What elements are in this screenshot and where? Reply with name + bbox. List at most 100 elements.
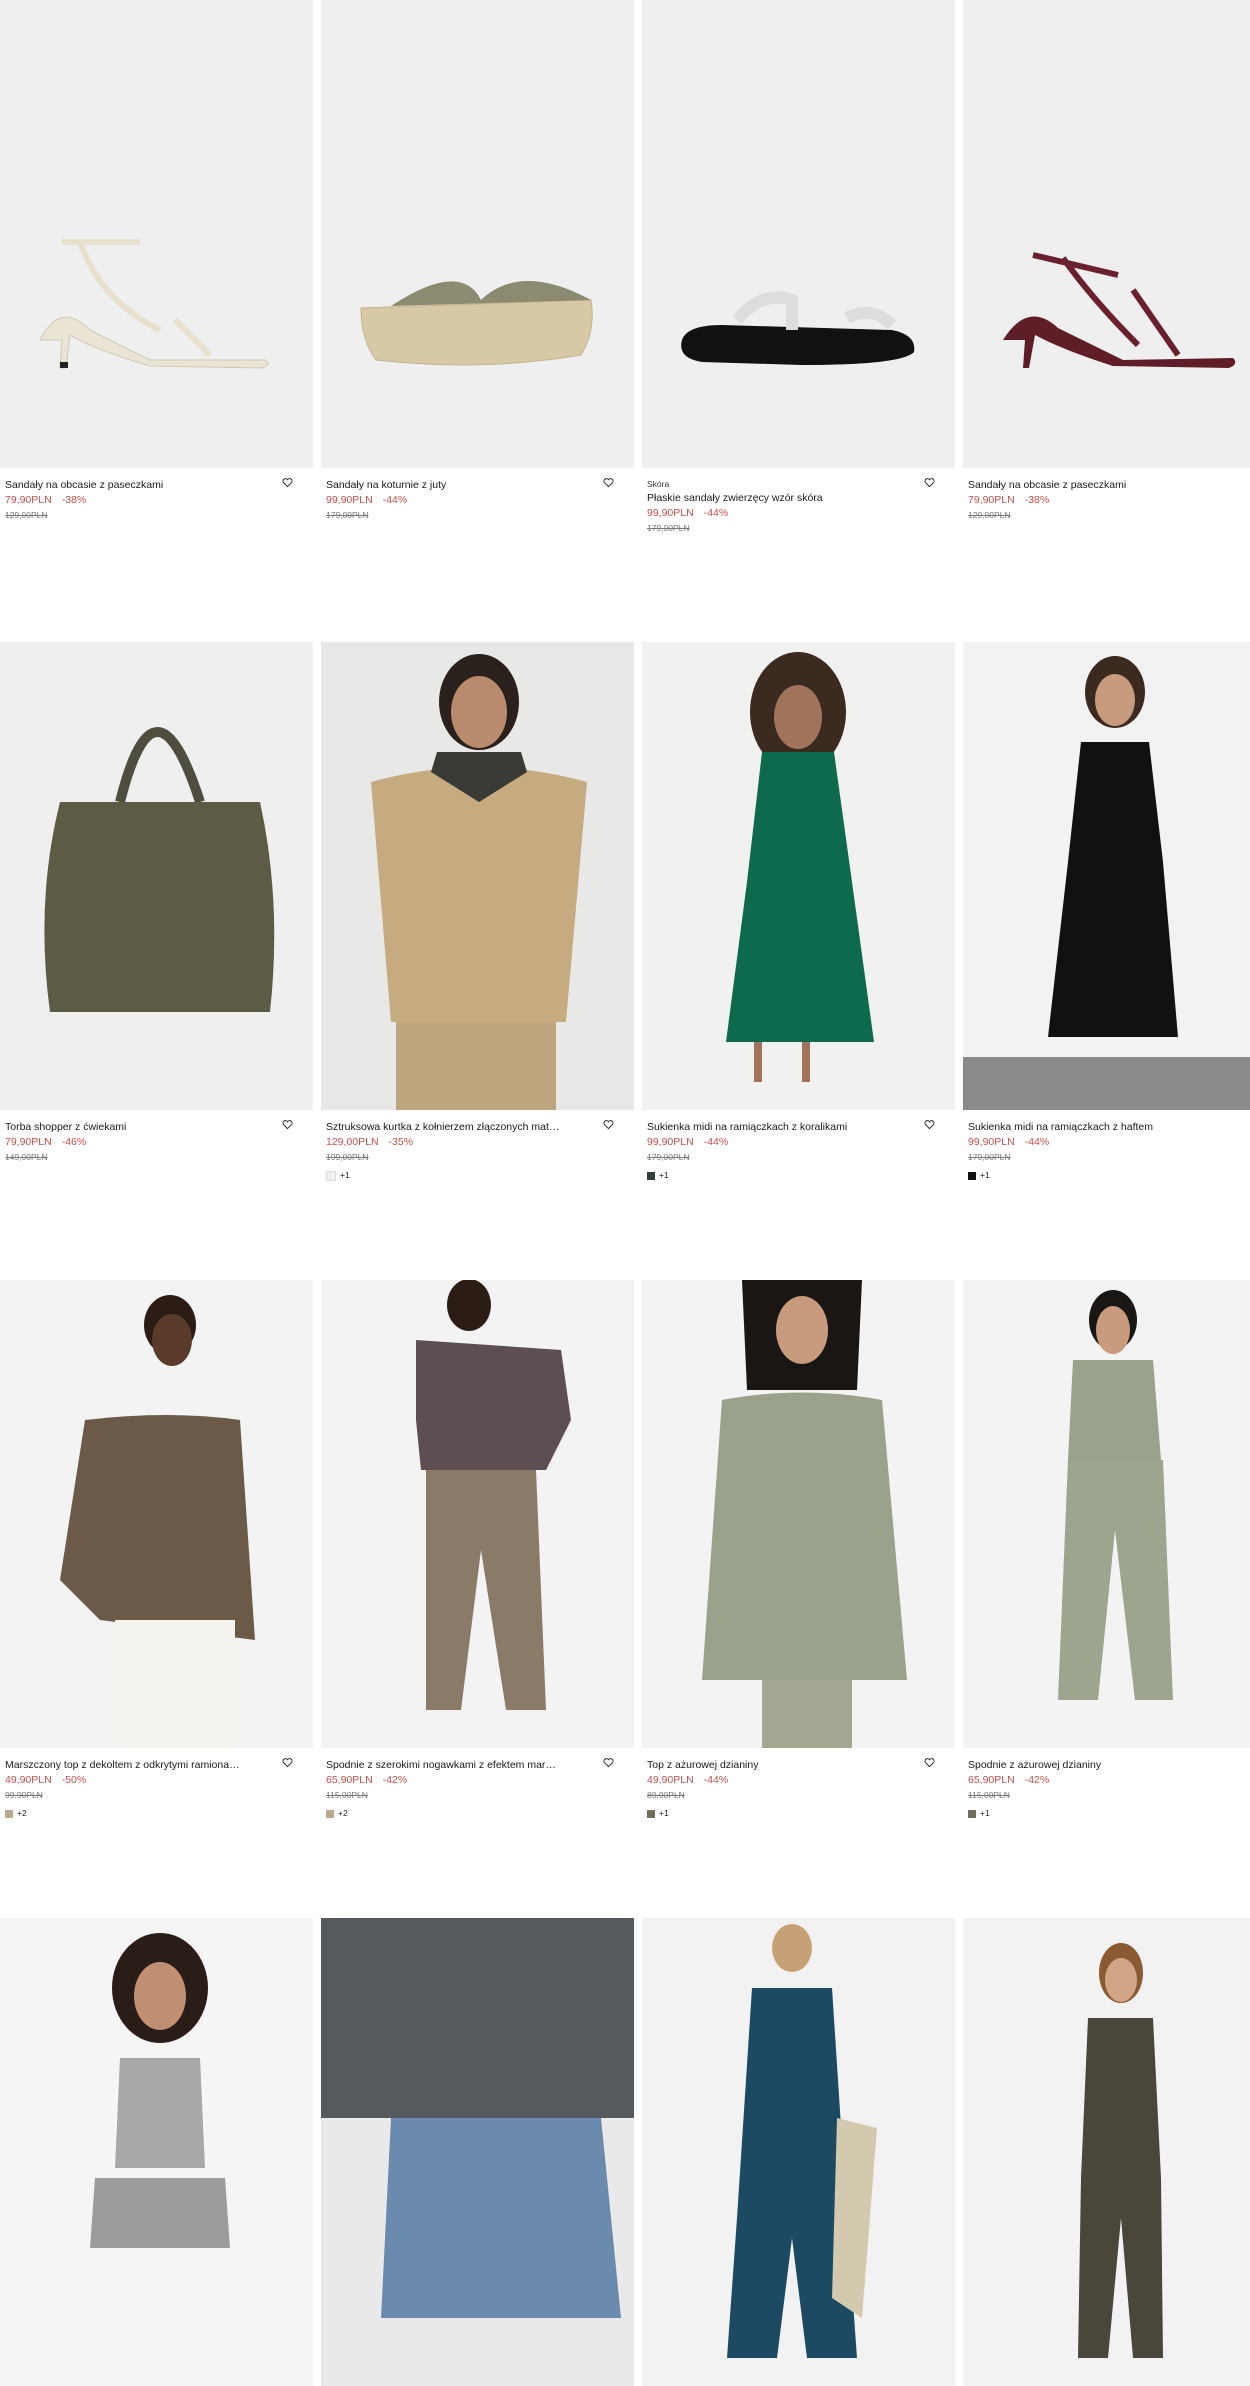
product-info: Torba shopper z ćwiekami 79,90PLN -46% 14… xyxy=(0,1110,313,1164)
product-image[interactable] xyxy=(642,1280,955,1748)
product-image[interactable] xyxy=(0,0,313,468)
denim-skirt-image xyxy=(321,1918,634,2318)
product-name[interactable]: Sukienka midi na ramiączkach z haftem xyxy=(968,1120,1203,1135)
product-image[interactable] xyxy=(642,0,955,468)
product-discount: -38% xyxy=(1024,494,1050,506)
heart-icon[interactable] xyxy=(924,1119,935,1130)
product-card[interactable] xyxy=(321,1918,634,2386)
product-name[interactable]: Sandały na koturnie z juty xyxy=(326,478,561,493)
product-info: Top z ażurowej dzianiny 49,90PLN -44% 89,… xyxy=(642,1748,955,1821)
product-image[interactable] xyxy=(0,1280,313,1748)
product-card[interactable]: Top z ażurowej dzianiny 49,90PLN -44% 89,… xyxy=(642,1280,955,1821)
product-card[interactable]: Spodnie z ażurowej dzianiny 65,90PLN -42%… xyxy=(963,1280,1250,1821)
more-colors[interactable]: +2 xyxy=(338,1806,348,1821)
product-name[interactable]: Sandały na obcasie z paseczkami xyxy=(968,478,1203,493)
product-name[interactable]: Spodnie z ażurowej dzianiny xyxy=(968,1758,1203,1773)
product-old-price: 179,00PLN xyxy=(647,1152,690,1162)
product-card[interactable]: Marszczony top z dekoltem z odkrytymi ra… xyxy=(0,1280,313,1821)
heart-icon[interactable] xyxy=(603,1119,614,1130)
color-swatches[interactable]: +1 xyxy=(647,1806,949,1821)
more-colors[interactable]: +1 xyxy=(980,1168,990,1183)
color-swatches[interactable]: +2 xyxy=(5,1806,307,1821)
more-colors[interactable]: +1 xyxy=(980,1806,990,1821)
product-card[interactable]: Skóra Płaskie sandały zwierzęcy wzór skó… xyxy=(642,0,955,535)
crop-top-image xyxy=(90,1933,230,2248)
product-old-price: 129,00PLN xyxy=(5,510,48,520)
product-name[interactable]: Marszczony top z dekoltem z odkrytymi ra… xyxy=(5,1758,240,1773)
product-card[interactable]: Spodnie z szerokimi nogawkami z efektem … xyxy=(321,1280,634,1821)
heart-icon[interactable] xyxy=(603,477,614,488)
product-card[interactable]: Sztruksowa kurtka z kołnierzem złączonyc… xyxy=(321,642,634,1183)
product-name[interactable]: Płaskie sandały zwierzęcy wzór skóra xyxy=(647,491,882,506)
more-colors[interactable]: +1 xyxy=(659,1168,669,1183)
color-swatch[interactable] xyxy=(647,1171,655,1180)
color-swatches[interactable]: +1 xyxy=(968,1168,1250,1183)
product-image[interactable] xyxy=(321,0,634,468)
more-colors[interactable]: +2 xyxy=(17,1806,27,1821)
product-image[interactable] xyxy=(321,1918,634,2386)
product-name[interactable]: Top z ażurowej dzianiny xyxy=(647,1758,882,1773)
color-swatch[interactable] xyxy=(968,1171,976,1180)
product-name[interactable]: Torba shopper z ćwiekami xyxy=(5,1120,240,1135)
olive-jumpsuit-image xyxy=(1078,1943,1163,2358)
color-swatches[interactable]: +1 xyxy=(326,1168,628,1183)
heart-icon[interactable] xyxy=(282,1119,293,1130)
product-price: 129,00PLN xyxy=(326,1136,379,1148)
heart-icon[interactable] xyxy=(603,1757,614,1768)
product-card[interactable]: Torba shopper z ćwiekami 79,90PLN -46% 14… xyxy=(0,642,313,1183)
more-colors[interactable]: +1 xyxy=(340,1168,350,1183)
product-card[interactable]: Sukienka midi na ramiączkach z haftem 99… xyxy=(963,642,1250,1183)
color-swatch[interactable] xyxy=(326,1170,336,1181)
product-old-price: 179,00PLN xyxy=(647,523,690,533)
product-info: Marszczony top z dekoltem z odkrytymi ra… xyxy=(0,1748,313,1821)
product-name[interactable]: Sandały na obcasie z paseczkami xyxy=(5,478,240,493)
product-discount: -44% xyxy=(1024,1136,1050,1148)
color-swatches[interactable]: +2 xyxy=(326,1806,628,1821)
product-card[interactable] xyxy=(963,1918,1250,2386)
product-info: Spodnie z ażurowej dzianiny 65,90PLN -42%… xyxy=(963,1748,1250,1821)
product-image[interactable] xyxy=(963,1280,1250,1748)
product-name[interactable]: Sztruksowa kurtka z kołnierzem złączonyc… xyxy=(326,1120,561,1135)
product-card[interactable]: Sukienka midi na ramiączkach z koralikam… xyxy=(642,642,955,1183)
heeled-sandal-image xyxy=(39,239,269,369)
more-colors[interactable]: +1 xyxy=(659,1806,669,1821)
product-old-price: 149,00PLN xyxy=(5,1152,48,1162)
product-image[interactable] xyxy=(963,1918,1250,2386)
product-price: 79,90PLN xyxy=(968,494,1015,506)
product-tag: Skóra xyxy=(647,479,670,489)
product-image[interactable] xyxy=(963,0,1250,468)
product-price: 65,90PLN xyxy=(326,1774,373,1786)
product-price: 65,90PLN xyxy=(968,1774,1015,1786)
product-card[interactable]: Sandały na obcasie z paseczkami 79,90PLN… xyxy=(0,0,313,535)
heart-icon[interactable] xyxy=(924,477,935,488)
product-card[interactable] xyxy=(0,1918,313,2386)
product-info: Sandały na obcasie z paseczkami 79,90PLN… xyxy=(963,468,1250,522)
product-price: 79,90PLN xyxy=(5,494,52,506)
product-image[interactable] xyxy=(642,642,955,1110)
product-name[interactable]: Sukienka midi na ramiączkach z koralikam… xyxy=(647,1120,882,1135)
color-swatch[interactable] xyxy=(647,1809,655,1818)
product-image[interactable] xyxy=(642,1918,955,2386)
product-image[interactable] xyxy=(0,642,313,1110)
product-card[interactable] xyxy=(642,1918,955,2386)
heart-icon[interactable] xyxy=(924,1757,935,1768)
color-swatch[interactable] xyxy=(5,1809,13,1818)
color-swatch[interactable] xyxy=(968,1809,976,1818)
flat-sandal-image xyxy=(681,291,915,365)
color-swatches[interactable]: +1 xyxy=(968,1806,1250,1821)
product-image[interactable] xyxy=(963,642,1250,1110)
product-card[interactable]: Sandały na obcasie z paseczkami 79,90PLN… xyxy=(963,0,1250,535)
color-swatch[interactable] xyxy=(326,1809,334,1818)
product-old-price: 199,00PLN xyxy=(326,1152,369,1162)
product-image[interactable] xyxy=(0,1918,313,2386)
color-swatches[interactable]: +1 xyxy=(647,1168,949,1183)
product-old-price: 179,00PLN xyxy=(326,510,369,520)
heart-icon[interactable] xyxy=(282,477,293,488)
product-image[interactable] xyxy=(321,1280,634,1748)
product-image[interactable] xyxy=(321,642,634,1110)
product-info: Sukienka midi na ramiączkach z koralikam… xyxy=(642,1110,955,1183)
product-name[interactable]: Spodnie z szerokimi nogawkami z efektem … xyxy=(326,1758,561,1773)
product-card[interactable]: Sandały na koturnie z juty 99,90PLN -44% … xyxy=(321,0,634,535)
heart-icon[interactable] xyxy=(282,1757,293,1768)
burgundy-sandal-image xyxy=(1003,252,1236,368)
